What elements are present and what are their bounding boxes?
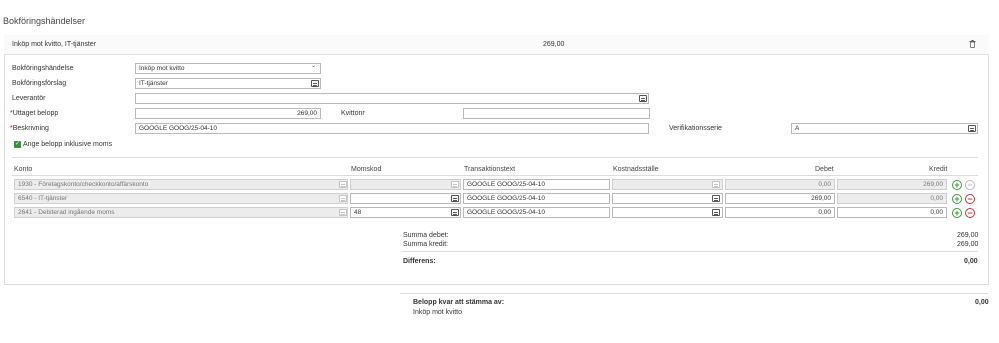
uttaget-belopp-field[interactable]: 269,00 [135,108,321,119]
inklusive-moms-label: Ange belopp inklusive moms [23,141,113,148]
lookup-icon [339,209,347,216]
event-header[interactable] [4,35,989,55]
uttaget-belopp-label-text: Uttaget belopp [12,110,59,117]
kostnadsstalle-field[interactable] [612,207,723,218]
add-row-icon[interactable]: + [952,194,962,204]
lookup-icon[interactable] [968,125,976,132]
verifikationsserie-field[interactable]: A [791,123,978,134]
lookup-icon [339,181,347,188]
footer-subtitle: Inköp mot kvitto [413,309,463,316]
lookup-icon [451,181,459,188]
table-header-divider [12,175,978,176]
beskrivning-label: *Beskrivning [10,125,49,132]
beskrivning-field[interactable]: GOOGLE GOOG/25-04-10 [135,123,649,134]
lookup-icon [712,181,720,188]
uttaget-belopp-label: *Uttaget belopp [10,110,58,117]
col-kostnadsstalle: Kostnadsställe [613,166,659,173]
lookup-icon[interactable] [311,80,319,87]
belopp-kvar-value: 0,00 [975,299,989,306]
col-momskod: Momskod [351,166,382,173]
inklusive-moms-checkbox[interactable]: ✓ [14,141,21,148]
remove-row-icon[interactable]: − [965,194,975,204]
kredit-value: 0,00 [930,195,943,202]
page-title: Bokföringshändelser [3,16,86,26]
debet-field[interactable]: 0,00 [725,207,835,218]
konto-value: 2641 - Debiterad ingående moms [18,209,115,216]
momskod-value: 48 [354,209,362,216]
momskod-field[interactable]: 48 [350,207,461,218]
lookup-icon[interactable] [451,209,459,216]
summa-kredit-label: Summa kredit: [403,241,449,248]
chevron-down-icon[interactable]: ⌄ [311,62,316,69]
transaktionstext-field[interactable]: GOOGLE GOOG/25-04-10 [463,207,610,218]
belopp-kvar-label: Belopp kvar att stämma av: [413,299,505,306]
debet-field[interactable]: 0,00 [725,179,835,190]
kvittonr-label: Kvittonr [341,110,365,117]
bokforingshandelse-value: Inköp mot kvitto [139,65,185,72]
lookup-icon [339,195,347,202]
konto-value: 6540 - IT-tjänster [18,195,68,202]
bokforingshandelse-label: Bokföringshändelse [12,65,74,72]
debet-value: 269,00 [811,195,831,202]
lookup-icon[interactable] [639,95,647,102]
col-transaktionstext: Transaktionstext [464,166,516,173]
beskrivning-label-text: Beskrivning [12,125,49,132]
divider [12,157,978,158]
kredit-value: 269,00 [923,181,943,188]
event-title: Inköp mot kvitto, IT-tjänster [12,41,97,48]
konto-field[interactable]: 1930 - Företagskonto/checkkonto/affärsko… [14,179,348,190]
bokforingshandelse-select[interactable]: Inköp mot kvitto [135,63,321,74]
debet-value: 0,00 [818,181,831,188]
col-kredit: Kredit [929,166,948,173]
kredit-field[interactable]: 0,00 [837,207,947,218]
lookup-icon[interactable] [712,209,720,216]
transaktionstext-value: GOOGLE GOOG/25-04-10 [467,181,546,188]
beskrivning-value: GOOGLE GOOG/25-04-10 [139,125,218,132]
lookup-icon[interactable] [712,195,720,202]
transaktionstext-field[interactable]: GOOGLE GOOG/25-04-10 [463,179,610,190]
lookup-icon[interactable] [451,195,459,202]
bokforingsforslag-label: Bokföringsförslag [12,80,67,87]
verifikationsserie-value: A [795,125,800,132]
kvittonr-field[interactable] [463,108,650,119]
kredit-value: 0,00 [930,209,943,216]
summa-kredit-value: 269,00 [957,241,979,248]
kredit-field[interactable]: 0,00 [837,193,947,204]
remove-row-icon[interactable]: − [965,180,975,190]
leverantor-field[interactable] [135,93,649,104]
debet-value: 0,00 [818,209,831,216]
summary-divider [402,251,978,252]
leverantor-label: Leverantör [12,95,46,102]
add-row-icon[interactable]: + [952,180,962,190]
konto-field[interactable]: 2641 - Debiterad ingående moms [14,207,348,218]
col-konto: Konto [14,166,33,173]
event-amount: 269,00 [543,41,565,48]
bokforingsforslag-value: IT-tjänster [139,80,168,87]
trash-icon[interactable] [969,40,976,48]
kostnadsstalle-field[interactable] [612,179,723,190]
momskod-field[interactable] [350,193,461,204]
transaktionstext-value: GOOGLE GOOG/25-04-10 [467,209,546,216]
uttaget-belopp-value: 269,00 [297,110,317,117]
kredit-field[interactable]: 269,00 [837,179,947,190]
debet-field[interactable]: 269,00 [725,193,835,204]
add-row-icon[interactable]: + [952,208,962,218]
summa-debet-value: 269,00 [957,232,979,239]
bokforingsforslag-field[interactable]: IT-tjänster [135,78,321,89]
footer-divider [400,293,988,294]
summa-debet-label: Summa debet: [403,232,449,239]
konto-field[interactable]: 6540 - IT-tjänster [14,193,348,204]
momskod-field[interactable] [350,179,461,190]
transaktionstext-value: GOOGLE GOOG/25-04-10 [467,195,546,202]
verifikationsserie-label: Verifikationsserie [669,125,722,132]
kostnadsstalle-field[interactable] [612,193,723,204]
col-debet: Debet [815,166,834,173]
transaktionstext-field[interactable]: GOOGLE GOOG/25-04-10 [463,193,610,204]
konto-value: 1930 - Företagskonto/checkkonto/affärsko… [18,181,149,188]
differens-value: 0,00 [964,258,978,265]
remove-row-icon[interactable]: − [965,208,975,218]
differens-label: Differens: [403,258,436,265]
